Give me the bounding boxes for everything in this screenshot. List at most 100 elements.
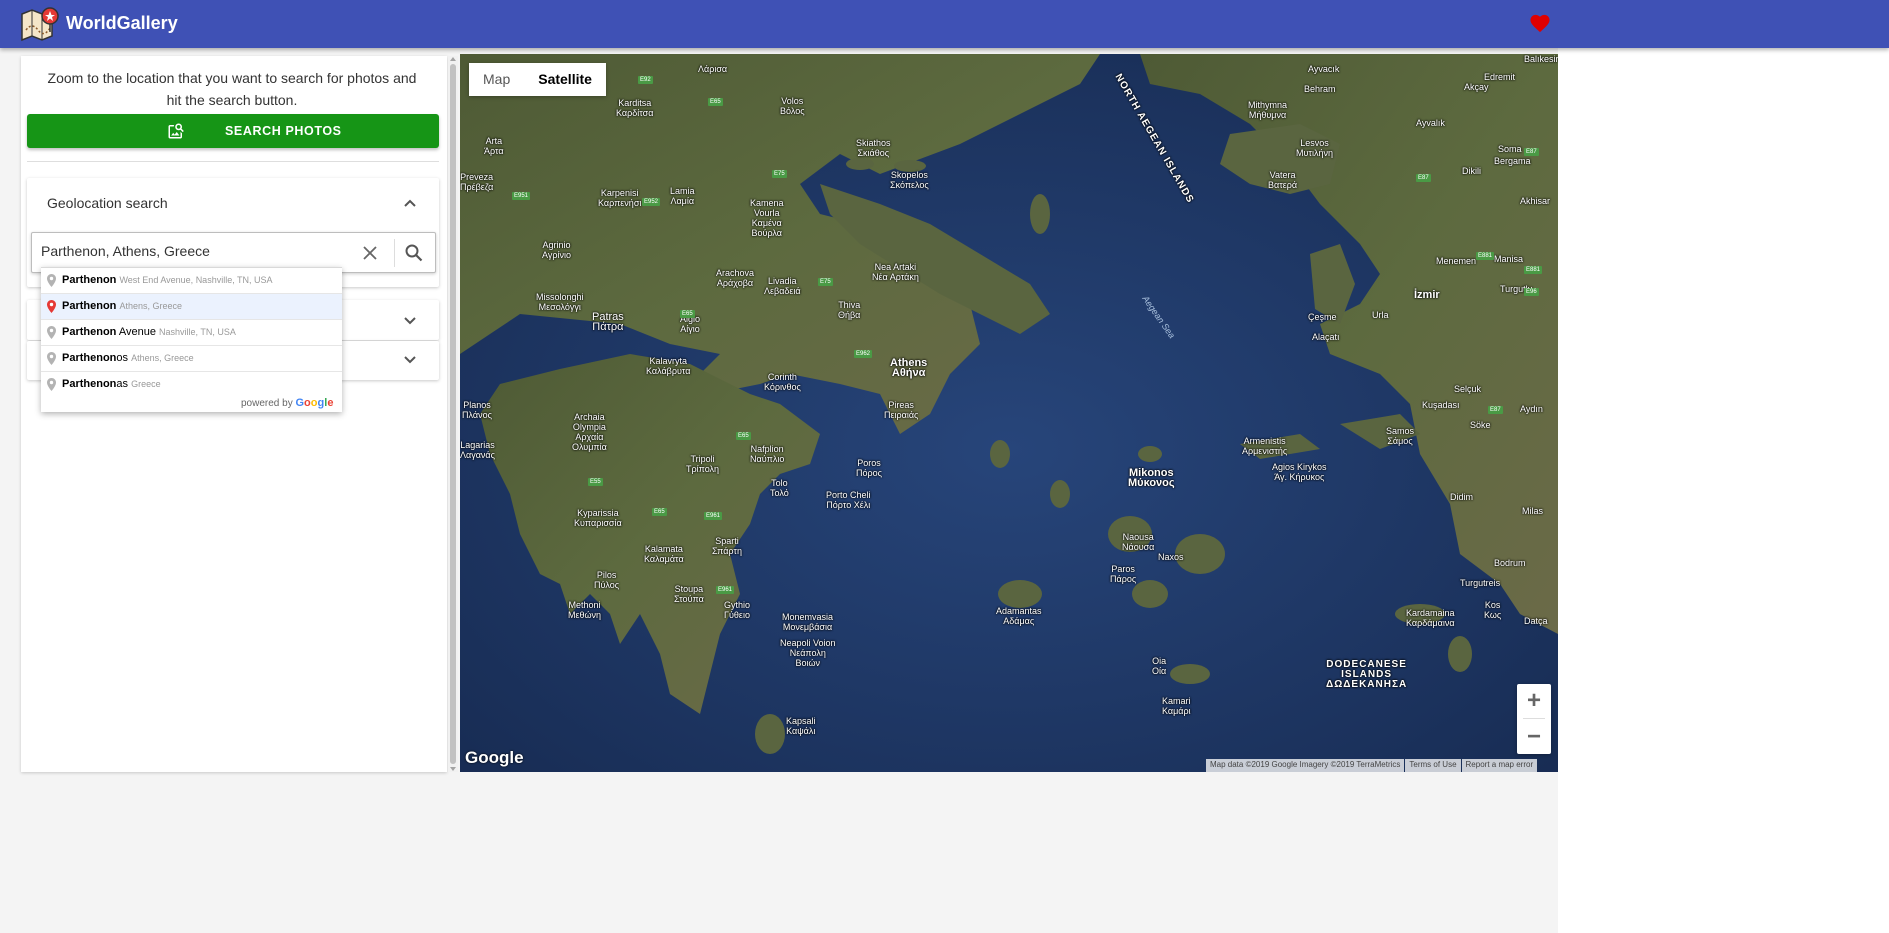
map-label-preveza: Preveza Πρέβεζα [460, 172, 494, 192]
autocomplete-item[interactable]: Parthenonas Greece [41, 372, 342, 398]
road-shield: E952 [642, 198, 661, 206]
scroll-up-arrow[interactable] [450, 57, 456, 61]
search-icon[interactable] [404, 243, 424, 263]
map-label-skopelos: Skopelos Σκόπελος [890, 170, 929, 190]
road-shield: E87 [1488, 406, 1503, 414]
map-label-kusadasi: Kuşadası [1422, 400, 1460, 410]
map-label-archaia-olympia: Archaia Olympia Αρχαία Ολυμπία [572, 412, 607, 452]
map-label-sparti: Sparti Σπάρτη [712, 536, 742, 556]
map-label-alacati: Alaçatı [1312, 332, 1340, 342]
map-label-naousa: Naousa Νάουσα [1122, 532, 1155, 552]
map-label-larisa: Λάρισα [698, 64, 728, 74]
road-shield: E87 [1524, 148, 1539, 156]
map-pin-logo-icon[interactable] [20, 6, 60, 42]
chevron-up-icon[interactable] [403, 198, 417, 208]
map-label-milas: Milas [1522, 506, 1544, 516]
scrollbar-thumb[interactable] [450, 64, 456, 764]
autocomplete-dropdown: Parthenon West End Avenue, Nashville, TN… [41, 267, 342, 412]
input-separator [394, 239, 395, 267]
road-shield: E65 [708, 98, 723, 106]
map-label-selcuk: Selçuk [1454, 384, 1482, 394]
powered-by-text: powered by [241, 398, 293, 409]
map-label-kyparissia: Kyparissia Κυπαρισσία [574, 508, 622, 528]
google-map-logo[interactable]: Google [465, 748, 524, 768]
zoom-out-button[interactable]: − [1517, 720, 1551, 754]
map-label-mithymna: Mithymna Μήθυμνα [1248, 100, 1288, 120]
map-label-armenistis: Armenistis Αρμενιστής [1242, 436, 1288, 456]
map-label-kalavryta: Kalavryta Καλάβρυτα [646, 356, 691, 376]
item-secondary: Greece [131, 379, 161, 389]
map-label-methoni: Methoni Μεθώνη [568, 600, 602, 620]
zoom-separator [1523, 718, 1545, 719]
map-label-monemvasia: Monemvasia Μονεμβάσια [782, 612, 834, 632]
road-shield: E961 [716, 586, 735, 594]
road-shield: E92 [638, 76, 653, 84]
map-label-soke: Söke [1470, 420, 1491, 430]
satellite-map[interactable]: Volos Βόλος Karditsa Καρδίτσα Λάρισα Lamia… [460, 54, 1558, 772]
map-label-kos: Kos Κως [1484, 600, 1502, 620]
autocomplete-item[interactable]: Parthenonos Athens, Greece [41, 346, 342, 372]
zoom-in-button[interactable]: + [1517, 684, 1551, 718]
location-pin-icon [47, 352, 56, 365]
chevron-down-icon[interactable] [403, 355, 417, 365]
map-label-balikesir: Balıkesir [1524, 54, 1558, 64]
map-label-livadia: Livadia Λεβαδειά [764, 276, 801, 296]
map-label-adamantas: Adamantas Αδάμας [996, 606, 1042, 626]
road-shield: E881 [1524, 266, 1543, 274]
map-label-izmir: İzmir [1414, 289, 1440, 301]
map-label-lagarias: Lagarias Λαγανάς [460, 440, 495, 460]
terms-of-use-link[interactable]: Terms of Use [1405, 759, 1461, 772]
right-gutter [1558, 48, 1889, 933]
panel-scrollbar[interactable] [448, 56, 458, 772]
map-label-nea-artaki: Nea Artaki Νέα Αρτάκη [872, 262, 919, 282]
road-shield: E961 [704, 512, 723, 520]
heart-icon[interactable] [1529, 13, 1551, 33]
item-match: Parthenon [62, 378, 117, 390]
location-pin-icon [47, 378, 56, 391]
scroll-down-arrow[interactable] [450, 767, 456, 771]
map-label-bergama: Bergama [1494, 156, 1531, 166]
chevron-down-icon[interactable] [403, 316, 417, 326]
search-photos-button[interactable]: SEARCH PHOTOS [27, 114, 439, 148]
item-secondary: Nashville, TN, USA [159, 327, 236, 337]
map-label-volos: Volos Βόλος [780, 96, 805, 116]
map-label-akcay: Akçay [1464, 82, 1489, 92]
map-label-tripoli: Tripoli Τρίπολη [686, 454, 720, 474]
map-label-aydin: Aydın [1520, 404, 1543, 414]
map-type-satellite-button[interactable]: Satellite [524, 63, 606, 96]
map-label-kapsali: Kapsali Καψάλι [786, 716, 816, 736]
map-label-corinth: Corinth Κόρινθος [764, 372, 801, 392]
map-label-datca: Datça [1524, 616, 1548, 626]
map-label-kardamaina: Kardamaina Καρδάμαινα [1406, 608, 1455, 628]
map-label-pireas: Pireas Πειραιάς [884, 400, 919, 420]
autocomplete-item[interactable]: Parthenon Avenue Nashville, TN, USA [41, 320, 342, 346]
map-label-karditsa: Karditsa Καρδίτσα [616, 98, 654, 118]
map-label-bodrum: Bodrum [1494, 558, 1526, 568]
close-icon[interactable] [362, 245, 378, 261]
autocomplete-item-selected[interactable]: Parthenon Athens, Greece [41, 294, 342, 320]
map-label-kalamata: Kalamata Καλαμάτα [644, 544, 684, 564]
map-type-map-button[interactable]: Map [469, 63, 524, 96]
item-secondary: Athens, Greece [131, 353, 194, 363]
map-label-planos: Planos Πλάνος [462, 400, 492, 420]
map-label-akhisar: Akhisar [1520, 196, 1551, 206]
item-secondary: West End Avenue, Nashville, TN, USA [119, 275, 273, 285]
map-label-neapoli: Neapoli Voion Νεάπολη Βοιών [780, 638, 836, 668]
road-shield: E951 [512, 192, 531, 200]
road-shield: E65 [680, 310, 695, 318]
map-label-tolo: Tolo Τολό [770, 478, 789, 498]
map-label-ayvacik: Ayvacık [1308, 64, 1340, 74]
map-label-poros: Poros Πόρος [856, 458, 882, 478]
geolocation-input[interactable] [41, 243, 351, 259]
autocomplete-item[interactable]: Parthenon West End Avenue, Nashville, TN… [41, 268, 342, 294]
map-label-menemen: Menemen [1436, 256, 1477, 266]
map-label-edremit: Edremit [1484, 72, 1516, 82]
map-label-agrinio: Agrinio Αγρίνιο [542, 240, 571, 260]
item-match: Parthenon [62, 274, 117, 286]
report-map-error-link[interactable]: Report a map error [1461, 759, 1538, 772]
road-shield: E55 [588, 478, 603, 486]
map-label-didim: Didim [1450, 492, 1474, 502]
map-label-paros: Paros Πάρος [1110, 564, 1137, 584]
app-bar: WorldGallery [0, 0, 1889, 48]
item-match: Parthenon [62, 326, 117, 338]
